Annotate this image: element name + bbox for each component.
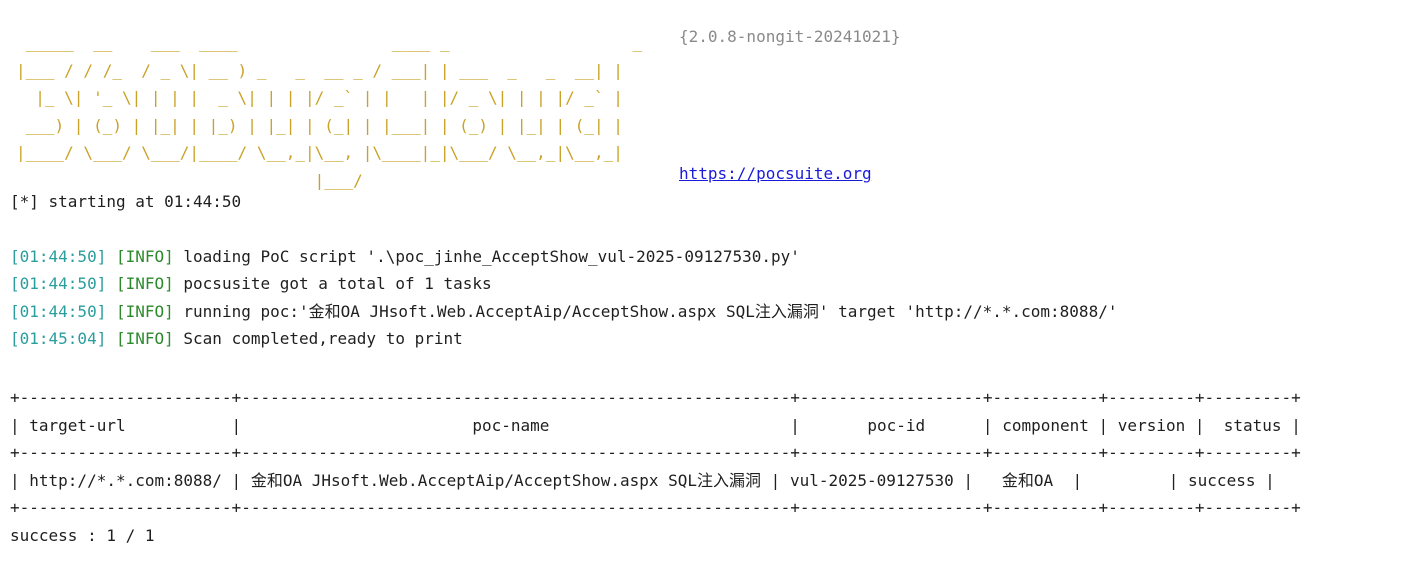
table-border: +----------------------+----------------… <box>10 443 1301 462</box>
banner-line: |____/ \___/ \___/|____/ \__,_|\__, |\__… <box>16 143 623 162</box>
table-border: +----------------------+----------------… <box>10 498 1301 517</box>
log-level: [INFO] <box>115 302 174 321</box>
log-message: Scan completed,ready to print <box>183 329 463 348</box>
cell-component: 金和OA <box>1001 470 1054 490</box>
banner-line: |___/ <box>16 170 363 190</box>
ascii-banner: _____ __ ___ ____ ____ _ _ |___ / / /_ /… <box>16 29 642 194</box>
log-line: [01:45:04] [INFO] Scan completed,ready t… <box>10 328 463 350</box>
log-message: loading PoC script '.\poc_jinhe_AcceptSh… <box>183 247 800 266</box>
table-row: | http://*.*.com:8088/ | 金和OA JHsoft.Web… <box>10 470 1275 490</box>
log-line: [01:44:50] [INFO] running poc:'金和OA JHso… <box>10 301 1117 323</box>
header-version: version <box>1117 415 1186 435</box>
log-level: [INFO] <box>115 329 174 348</box>
log-timestamp: [01:44:50] <box>10 274 107 293</box>
log-message: pocsusite got a total of 1 tasks <box>183 274 492 293</box>
header-status: status <box>1223 415 1282 435</box>
log-line: [01:44:50] [INFO] pocsusite got a total … <box>10 273 492 295</box>
log-timestamp: [01:44:50] <box>10 247 107 266</box>
log-timestamp: [01:45:04] <box>10 329 107 348</box>
pocsuite-link[interactable]: https://pocsuite.org <box>679 163 872 185</box>
banner-line: _____ __ ___ ____ ____ _ _ <box>16 33 643 52</box>
log-message: running poc:'金和OA JHsoft.Web.AcceptAip/A… <box>183 302 1118 321</box>
log-timestamp: [01:44:50] <box>10 302 107 321</box>
table-border: +----------------------+----------------… <box>10 388 1301 407</box>
log-line: [01:44:50] [INFO] loading PoC script '.\… <box>10 246 800 268</box>
banner-line: |_ \| '_ \| | | | _ \| | | |/ _` | | | |… <box>16 88 623 107</box>
results-table: +----------------------+----------------… <box>10 384 1301 549</box>
log-level: [INFO] <box>115 274 174 293</box>
banner-line: ___) | (_) | |_| | |_) | |_| | (_| | |__… <box>16 115 623 135</box>
table-header-row: | target-url | poc-name | poc-id | compo… <box>10 415 1301 435</box>
header-poc-name: poc-name <box>472 415 550 435</box>
summary-line: success : 1 / 1 <box>10 525 155 545</box>
version-label: {2.0.8-nongit-20241021} <box>679 27 901 46</box>
header-component: component <box>1002 415 1089 435</box>
header-target-url: target-url <box>29 415 126 435</box>
cell-target-url: http://*.*.com:8088/ <box>29 470 222 490</box>
cell-status: success <box>1188 470 1256 490</box>
banner-line: |___ / / /_ / _ \| __ ) _ _ __ _ / ___| … <box>16 60 623 80</box>
log-level: [INFO] <box>115 247 174 266</box>
cell-poc-name: 金和OA JHsoft.Web.AcceptAip/AcceptShow.asp… <box>250 470 762 490</box>
header-poc-id: poc-id <box>867 415 926 435</box>
cell-poc-id: vul-2025-09127530 <box>789 470 954 490</box>
start-line: [*] starting at 01:44:50 <box>10 192 242 211</box>
terminal-output: _____ __ ___ ____ ____ _ _ |___ / / /_ /… <box>10 0 1400 570</box>
